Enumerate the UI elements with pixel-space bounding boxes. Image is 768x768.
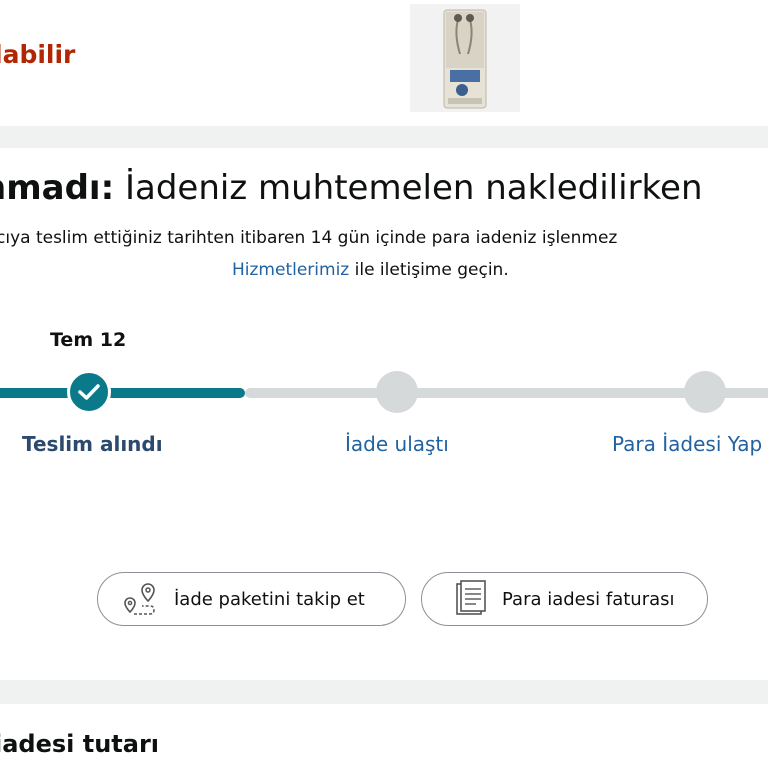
- step-label-return-received: İade ulaştı: [345, 432, 449, 456]
- track-return-package-button[interactable]: İade paketini takip et: [97, 572, 406, 626]
- customer-service-link[interactable]: Hizmetlerimiz: [232, 260, 349, 280]
- notice-body-line-2-text: ile iletişime geçin.: [349, 260, 509, 280]
- refund-invoice-label: Para iadesi faturası: [502, 588, 675, 610]
- track-return-package-label: İade paketini takip et: [174, 588, 365, 610]
- tracker-date: Tem 12: [50, 329, 127, 351]
- product-image[interactable]: [410, 4, 520, 112]
- earphones-package-image: [410, 4, 520, 112]
- check-icon: [78, 384, 100, 400]
- step-refund-marker: [684, 371, 726, 413]
- progress-bar-complete: [0, 388, 245, 398]
- map-pin-route-icon: [124, 583, 155, 615]
- section-divider: [0, 126, 768, 148]
- notice-body-line-2: Hizmetlerimiz ile iletişime geçin.: [232, 260, 509, 280]
- refund-amount-title: iadesi tutarı: [0, 730, 160, 758]
- status-title: labilir: [0, 40, 76, 69]
- return-status-page: labilir nmadı: İadeniz muhtemelen nakled…: [0, 0, 768, 768]
- notice-title-bold: nmadı:: [0, 168, 115, 208]
- step-delivered-marker: [67, 370, 111, 414]
- step-label-delivered: Teslim alındı: [22, 432, 163, 456]
- section-divider-bottom: [0, 680, 768, 704]
- return-notice-title: nmadı: İadeniz muhtemelen nakledilirken: [0, 168, 703, 208]
- notice-title-rest: İadeniz muhtemelen nakledilirken: [114, 168, 703, 208]
- step-return-received-marker: [376, 371, 418, 413]
- refund-invoice-button[interactable]: Para iadesi faturası: [421, 572, 708, 626]
- document-icon: [456, 580, 486, 615]
- step-label-refund: Para İadesi Yap: [612, 432, 763, 456]
- notice-body-line-1: cıya teslim ettiğiniz tarihten itibaren …: [0, 228, 618, 248]
